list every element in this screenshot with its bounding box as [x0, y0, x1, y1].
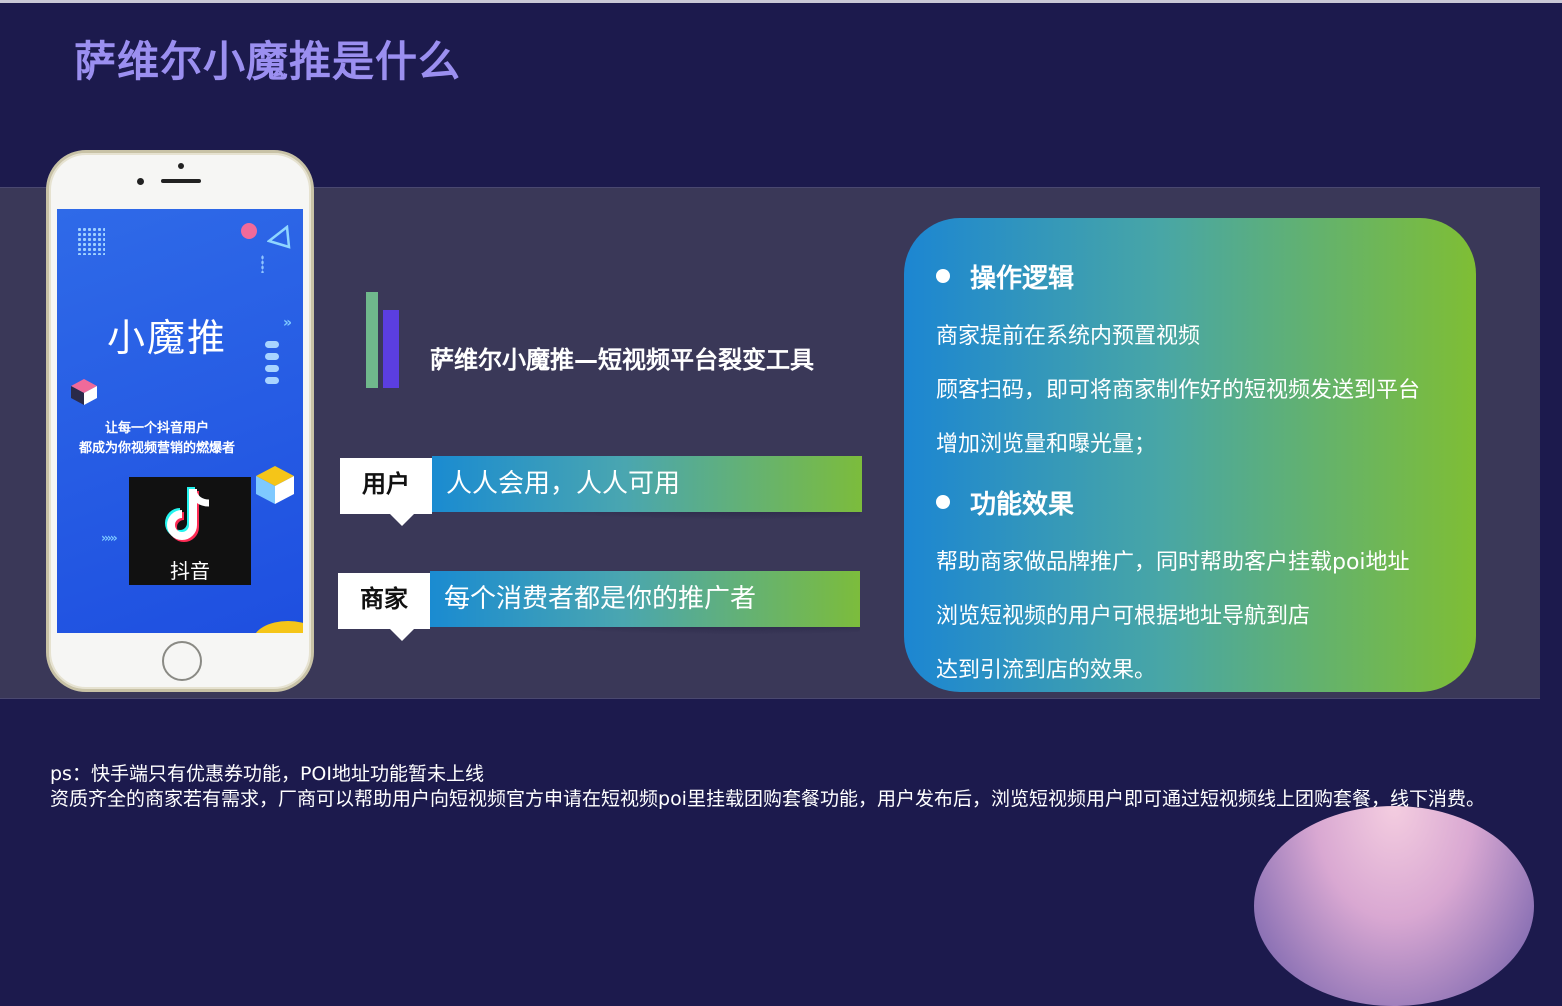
- tiktok-logo: 抖音: [129, 477, 251, 585]
- phone-screen: 小魔推 » 让每一个抖音用户 都成为你视频营销的燃爆者 抖音 ›››››: [57, 209, 303, 633]
- card-line: 达到引流到店的效果。: [936, 658, 1157, 683]
- phone-mockup: 小魔推 » 让每一个抖音用户 都成为你视频营销的燃爆者 抖音 ›››››: [46, 150, 314, 692]
- cube-icon: [256, 466, 294, 504]
- top-divider: [0, 0, 1562, 3]
- triangle-icon: [267, 225, 291, 249]
- cube-icon: [71, 379, 97, 405]
- footnote-line: ps：快手端只有优惠券功能，POI地址功能暂未上线: [50, 763, 484, 785]
- vertical-dots-decoration: [261, 255, 264, 273]
- feature-tag: 商家: [338, 573, 430, 629]
- footnote-line: 资质齐全的商家若有需求，厂商可以帮助用户向短视频官方申请在短视频poi里挂载团购…: [50, 788, 1485, 810]
- dot-grid-decoration: [77, 227, 105, 255]
- screen-slogan: 让每一个抖音用户 都成为你视频营销的燃爆者: [78, 421, 235, 456]
- section-heading-effect: 功能效果: [936, 484, 1074, 521]
- pink-arc-decoration: [1254, 806, 1534, 1006]
- screen-title: 小魔推: [107, 316, 228, 360]
- feature-tag: 用户: [340, 458, 432, 514]
- section-heading-logic: 操作逻辑: [936, 258, 1074, 295]
- chevrons-right-icon: »: [283, 315, 293, 331]
- pink-circle-decoration: [241, 223, 257, 239]
- phone-sensor-dot: [178, 163, 184, 169]
- chevrons-right-icon: ›››››: [101, 531, 118, 545]
- pill-stack-decoration: [265, 341, 279, 389]
- bullet-icon: [936, 495, 950, 509]
- yellow-circle-decoration: [253, 621, 303, 633]
- card-line: 商家提前在系统内预置视频: [936, 324, 1201, 349]
- info-card: 操作逻辑 商家提前在系统内预置视频 顾客扫码，即可将商家制作好的短视频发送到平台…: [904, 218, 1476, 692]
- phone-speaker: [161, 179, 201, 183]
- card-line: 顾客扫码，即可将商家制作好的短视频发送到平台: [936, 378, 1421, 403]
- phone-home-button: [162, 641, 202, 681]
- page-title: 萨维尔小魔推是什么: [74, 37, 462, 86]
- card-line: 增加浏览量和曝光量；: [936, 432, 1157, 457]
- feature-text: 人人会用，人人可用: [432, 456, 862, 512]
- phone-camera-icon: [137, 178, 144, 185]
- tiktok-note-icon: [165, 487, 210, 542]
- accent-bar-purple: [383, 310, 399, 388]
- feature-text: 每个消费者都是你的推广者: [430, 571, 860, 627]
- bullet-icon: [936, 269, 950, 283]
- card-line: 浏览短视频的用户可根据地址导航到店: [936, 604, 1311, 629]
- card-line: 帮助商家做品牌推广，同时帮助客户挂载poi地址: [936, 550, 1410, 575]
- tiktok-label: 抖音: [170, 559, 210, 583]
- accent-bar-green: [366, 292, 378, 388]
- footnotes: ps：快手端只有优惠券功能，POI地址功能暂未上线 资质齐全的商家若有需求，厂商…: [50, 762, 1485, 812]
- tool-title: 萨维尔小魔推—短视频平台裂变工具: [430, 346, 814, 374]
